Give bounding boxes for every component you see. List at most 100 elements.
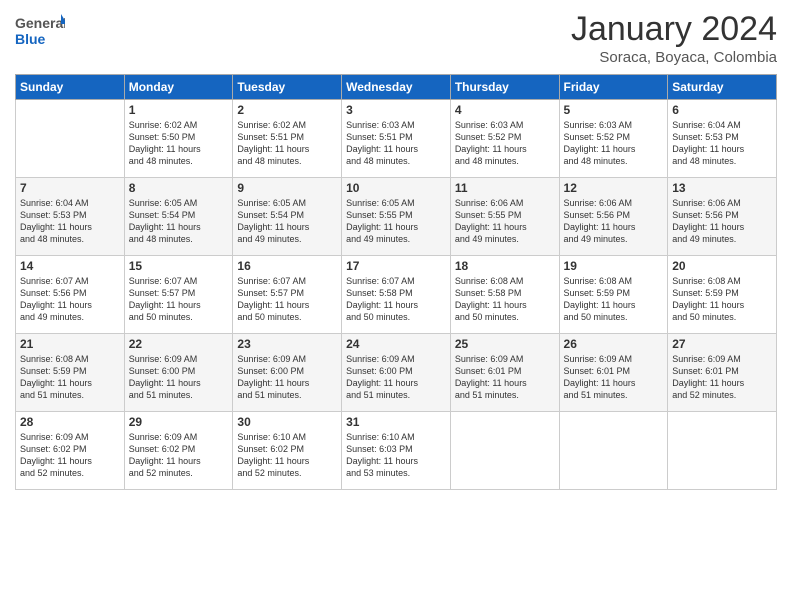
day-number: 4 bbox=[455, 103, 555, 117]
day-number: 2 bbox=[237, 103, 337, 117]
cell-content: Sunrise: 6:05 AMSunset: 5:54 PMDaylight:… bbox=[129, 197, 229, 246]
subtitle: Soraca, Boyaca, Colombia bbox=[571, 49, 777, 66]
day-cell: 24 Sunrise: 6:09 AMSunset: 6:00 PMDayligh… bbox=[342, 334, 451, 412]
day-cell: 4 Sunrise: 6:03 AMSunset: 5:52 PMDaylight… bbox=[450, 100, 559, 178]
day-cell: 5 Sunrise: 6:03 AMSunset: 5:52 PMDaylight… bbox=[559, 100, 668, 178]
cell-content: Sunrise: 6:08 AMSunset: 5:58 PMDaylight:… bbox=[455, 275, 555, 324]
day-number: 9 bbox=[237, 181, 337, 195]
cell-content: Sunrise: 6:03 AMSunset: 5:52 PMDaylight:… bbox=[455, 119, 555, 168]
day-cell: 15 Sunrise: 6:07 AMSunset: 5:57 PMDayligh… bbox=[124, 256, 233, 334]
day-number: 8 bbox=[129, 181, 229, 195]
day-number: 6 bbox=[672, 103, 772, 117]
cell-content: Sunrise: 6:08 AMSunset: 5:59 PMDaylight:… bbox=[672, 275, 772, 324]
day-number: 28 bbox=[20, 415, 120, 429]
cell-content: Sunrise: 6:06 AMSunset: 5:55 PMDaylight:… bbox=[455, 197, 555, 246]
header-day-thursday: Thursday bbox=[450, 75, 559, 100]
cell-content: Sunrise: 6:08 AMSunset: 5:59 PMDaylight:… bbox=[564, 275, 664, 324]
logo-svg: General Blue bbox=[15, 10, 65, 52]
logo: General Blue bbox=[15, 10, 65, 52]
header-row: SundayMondayTuesdayWednesdayThursdayFrid… bbox=[16, 75, 777, 100]
day-cell bbox=[559, 412, 668, 490]
week-row-5: 28 Sunrise: 6:09 AMSunset: 6:02 PMDayligh… bbox=[16, 412, 777, 490]
day-number: 31 bbox=[346, 415, 446, 429]
cell-content: Sunrise: 6:04 AMSunset: 5:53 PMDaylight:… bbox=[672, 119, 772, 168]
day-cell: 14Sunrise: 6:07 AMSunset: 5:56 PMDayligh… bbox=[16, 256, 125, 334]
day-cell: 6 Sunrise: 6:04 AMSunset: 5:53 PMDaylight… bbox=[668, 100, 777, 178]
day-cell bbox=[16, 100, 125, 178]
cell-content: Sunrise: 6:09 AMSunset: 6:01 PMDaylight:… bbox=[455, 353, 555, 402]
day-number: 29 bbox=[129, 415, 229, 429]
day-number: 15 bbox=[129, 259, 229, 273]
header-day-monday: Monday bbox=[124, 75, 233, 100]
calendar-table: SundayMondayTuesdayWednesdayThursdayFrid… bbox=[15, 74, 777, 490]
day-number: 16 bbox=[237, 259, 337, 273]
day-cell: 27Sunrise: 6:09 AMSunset: 6:01 PMDayligh… bbox=[668, 334, 777, 412]
cell-content: Sunrise: 6:09 AMSunset: 6:00 PMDaylight:… bbox=[237, 353, 337, 402]
cell-content: Sunrise: 6:09 AMSunset: 6:02 PMDaylight:… bbox=[129, 431, 229, 480]
day-cell: 1Sunrise: 6:02 AMSunset: 5:50 PMDaylight… bbox=[124, 100, 233, 178]
day-number: 3 bbox=[346, 103, 446, 117]
day-cell bbox=[668, 412, 777, 490]
calendar-page: General Blue January 2024 Soraca, Boyaca… bbox=[0, 0, 792, 612]
cell-content: Sunrise: 6:09 AMSunset: 6:01 PMDaylight:… bbox=[672, 353, 772, 402]
month-title: January 2024 bbox=[571, 10, 777, 49]
cell-content: Sunrise: 6:10 AMSunset: 6:03 PMDaylight:… bbox=[346, 431, 446, 480]
header-day-friday: Friday bbox=[559, 75, 668, 100]
svg-text:Blue: Blue bbox=[15, 31, 46, 47]
week-row-2: 7Sunrise: 6:04 AMSunset: 5:53 PMDaylight… bbox=[16, 178, 777, 256]
day-cell: 13Sunrise: 6:06 AMSunset: 5:56 PMDayligh… bbox=[668, 178, 777, 256]
day-cell: 23 Sunrise: 6:09 AMSunset: 6:00 PMDayligh… bbox=[233, 334, 342, 412]
day-number: 10 bbox=[346, 181, 446, 195]
cell-content: Sunrise: 6:02 AMSunset: 5:50 PMDaylight:… bbox=[129, 119, 229, 168]
svg-text:General: General bbox=[15, 15, 65, 31]
day-cell: 21 Sunrise: 6:08 AMSunset: 5:59 PMDayligh… bbox=[16, 334, 125, 412]
cell-content: Sunrise: 6:08 AMSunset: 5:59 PMDaylight:… bbox=[20, 353, 120, 402]
day-number: 12 bbox=[564, 181, 664, 195]
cell-content: Sunrise: 6:09 AMSunset: 6:00 PMDaylight:… bbox=[346, 353, 446, 402]
day-cell: 11 Sunrise: 6:06 AMSunset: 5:55 PMDayligh… bbox=[450, 178, 559, 256]
header: General Blue January 2024 Soraca, Boyaca… bbox=[15, 10, 777, 66]
cell-content: Sunrise: 6:03 AMSunset: 5:52 PMDaylight:… bbox=[564, 119, 664, 168]
day-cell: 8 Sunrise: 6:05 AMSunset: 5:54 PMDaylight… bbox=[124, 178, 233, 256]
day-cell: 10 Sunrise: 6:05 AMSunset: 5:55 PMDayligh… bbox=[342, 178, 451, 256]
day-cell: 22 Sunrise: 6:09 AMSunset: 6:00 PMDayligh… bbox=[124, 334, 233, 412]
header-day-saturday: Saturday bbox=[668, 75, 777, 100]
day-number: 26 bbox=[564, 337, 664, 351]
day-number: 22 bbox=[129, 337, 229, 351]
day-number: 30 bbox=[237, 415, 337, 429]
day-number: 25 bbox=[455, 337, 555, 351]
day-cell: 26Sunrise: 6:09 AMSunset: 6:01 PMDayligh… bbox=[559, 334, 668, 412]
day-number: 23 bbox=[237, 337, 337, 351]
day-cell: 9Sunrise: 6:05 AMSunset: 5:54 PMDaylight… bbox=[233, 178, 342, 256]
day-number: 24 bbox=[346, 337, 446, 351]
day-cell: 25 Sunrise: 6:09 AMSunset: 6:01 PMDayligh… bbox=[450, 334, 559, 412]
cell-content: Sunrise: 6:04 AMSunset: 5:53 PMDaylight:… bbox=[20, 197, 120, 246]
cell-content: Sunrise: 6:07 AMSunset: 5:57 PMDaylight:… bbox=[129, 275, 229, 324]
title-block: January 2024 Soraca, Boyaca, Colombia bbox=[571, 10, 777, 66]
day-cell: 3Sunrise: 6:03 AMSunset: 5:51 PMDaylight… bbox=[342, 100, 451, 178]
day-cell: 16 Sunrise: 6:07 AMSunset: 5:57 PMDayligh… bbox=[233, 256, 342, 334]
cell-content: Sunrise: 6:07 AMSunset: 5:57 PMDaylight:… bbox=[237, 275, 337, 324]
day-cell: 18Sunrise: 6:08 AMSunset: 5:58 PMDayligh… bbox=[450, 256, 559, 334]
day-cell: 17Sunrise: 6:07 AMSunset: 5:58 PMDayligh… bbox=[342, 256, 451, 334]
cell-content: Sunrise: 6:10 AMSunset: 6:02 PMDaylight:… bbox=[237, 431, 337, 480]
cell-content: Sunrise: 6:02 AMSunset: 5:51 PMDaylight:… bbox=[237, 119, 337, 168]
day-cell: 31 Sunrise: 6:10 AMSunset: 6:03 PMDayligh… bbox=[342, 412, 451, 490]
week-row-4: 21 Sunrise: 6:08 AMSunset: 5:59 PMDayligh… bbox=[16, 334, 777, 412]
day-number: 20 bbox=[672, 259, 772, 273]
week-row-1: 1Sunrise: 6:02 AMSunset: 5:50 PMDaylight… bbox=[16, 100, 777, 178]
header-day-tuesday: Tuesday bbox=[233, 75, 342, 100]
day-number: 5 bbox=[564, 103, 664, 117]
day-cell: 12 Sunrise: 6:06 AMSunset: 5:56 PMDayligh… bbox=[559, 178, 668, 256]
header-day-sunday: Sunday bbox=[16, 75, 125, 100]
cell-content: Sunrise: 6:07 AMSunset: 5:56 PMDaylight:… bbox=[20, 275, 120, 324]
cell-content: Sunrise: 6:07 AMSunset: 5:58 PMDaylight:… bbox=[346, 275, 446, 324]
cell-content: Sunrise: 6:05 AMSunset: 5:55 PMDaylight:… bbox=[346, 197, 446, 246]
day-cell: 29 Sunrise: 6:09 AMSunset: 6:02 PMDayligh… bbox=[124, 412, 233, 490]
cell-content: Sunrise: 6:09 AMSunset: 6:00 PMDaylight:… bbox=[129, 353, 229, 402]
day-cell: 19 Sunrise: 6:08 AMSunset: 5:59 PMDayligh… bbox=[559, 256, 668, 334]
day-number: 11 bbox=[455, 181, 555, 195]
cell-content: Sunrise: 6:06 AMSunset: 5:56 PMDaylight:… bbox=[564, 197, 664, 246]
day-number: 21 bbox=[20, 337, 120, 351]
day-number: 19 bbox=[564, 259, 664, 273]
